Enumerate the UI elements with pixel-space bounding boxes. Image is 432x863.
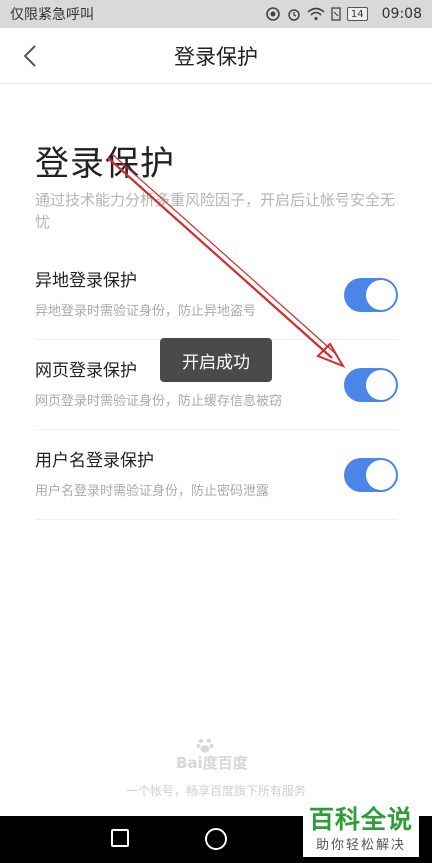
status-icons: 14 09:08 (265, 6, 422, 22)
footer-text: 一个帐号，畅享百度旗下所有服务 (125, 784, 306, 798)
wifi-icon (307, 7, 325, 21)
watermark-main: 百科全说 (308, 804, 413, 834)
baidu-logo-text: Bai度百度 (176, 754, 248, 772)
watermark: 百科全说 助你轻松解决 (303, 801, 419, 857)
section-subtitle: 通过技术能力分析多重风险因子，开启后让帐号安全无忧 (35, 191, 396, 231)
recents-button[interactable] (111, 829, 129, 847)
status-bar: 仅限紧急呼叫 14 09:08 (0, 0, 432, 28)
alarm-icon (288, 9, 300, 21)
setting-desc: 用户名登录时需验证身份，防止密码泄露 (35, 484, 270, 499)
toggle-knob (366, 460, 396, 490)
setting-desc: 异地登录时需验证身份，防止异地盗号 (35, 304, 257, 319)
section-title: 登录保护 (35, 144, 175, 184)
eye-icon (266, 7, 280, 21)
setting-row-remote-login: 异地登录保护 异地登录时需验证身份，防止异地盗号 (35, 250, 398, 340)
username-login-toggle[interactable] (344, 458, 398, 492)
back-button[interactable] (10, 36, 50, 76)
chevron-left-icon (23, 45, 36, 67)
web-login-toggle[interactable] (344, 368, 398, 402)
remote-login-toggle[interactable] (344, 278, 398, 312)
setting-label: 异地登录保护 (35, 271, 137, 291)
paw-icon (196, 738, 214, 753)
main-content: 登录保护 通过技术能力分析多重风险因子，开启后让帐号安全无忧 异地登录保护 异地… (0, 84, 432, 816)
carrier-text: 仅限紧急呼叫 (10, 7, 94, 23)
page-title: 登录保护 (174, 44, 258, 69)
setting-label: 网页登录保护 (35, 361, 137, 381)
home-button[interactable] (205, 828, 227, 850)
battery-icon: 14 (346, 7, 368, 21)
clock: 09:08 (381, 6, 422, 22)
sim-icon (331, 7, 341, 21)
baidu-logo: Bai度百度 (176, 738, 248, 773)
toggle-knob (366, 370, 396, 400)
toggle-knob (366, 280, 396, 310)
nav-bar: 登录保护 (0, 28, 432, 84)
watermark-sub: 助你轻松解决 (315, 837, 406, 853)
setting-label: 用户名登录保护 (35, 451, 154, 471)
setting-desc: 网页登录时需验证身份，防止缓存信息被窃 (35, 394, 283, 409)
success-toast: 开启成功 (160, 338, 272, 382)
setting-row-username-login: 用户名登录保护 用户名登录时需验证身份，防止密码泄露 (35, 430, 398, 520)
